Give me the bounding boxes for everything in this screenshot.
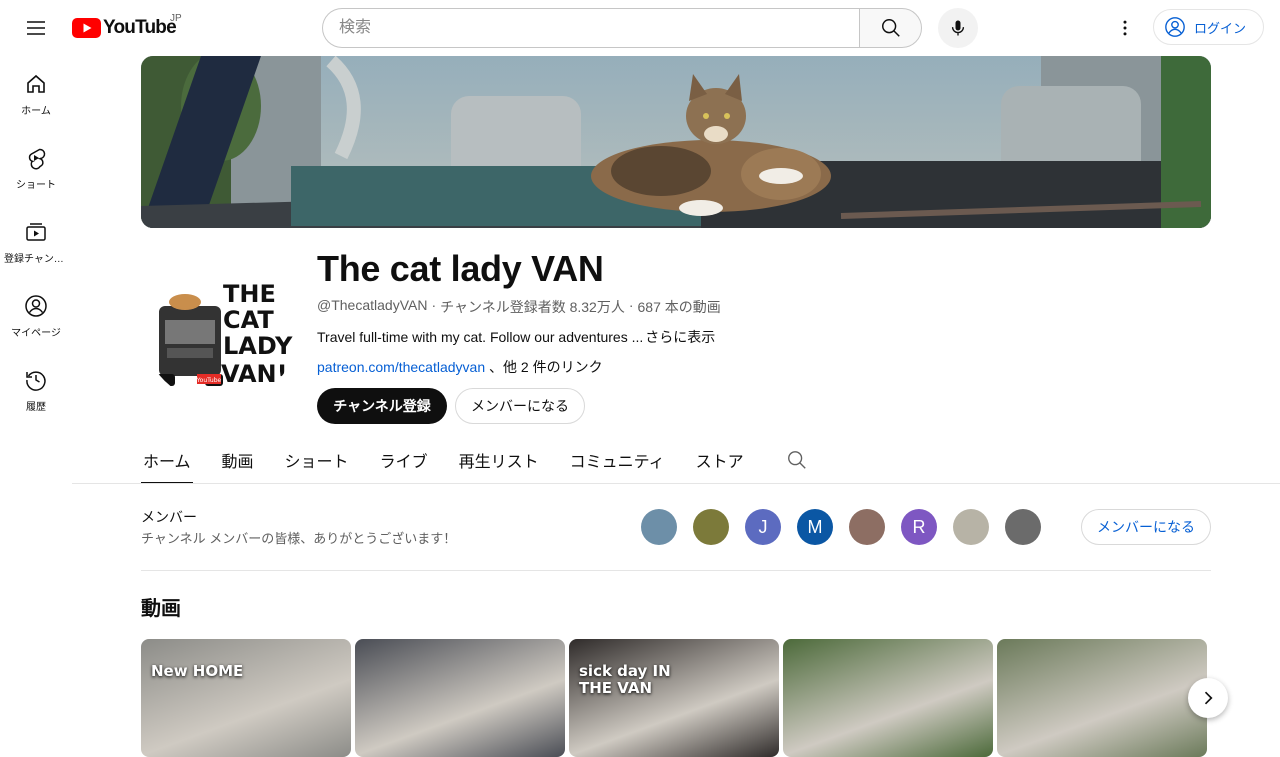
channel-name: The cat lady VAN xyxy=(317,248,604,289)
member-avatar[interactable]: R xyxy=(901,509,937,545)
left-rail: ホーム ショート 登録チャンネル マイページ 履歴 xyxy=(0,56,72,426)
login-button[interactable]: ログイン xyxy=(1153,9,1264,45)
logo-line: VAN! xyxy=(221,360,288,388)
member-avatar[interactable] xyxy=(849,509,885,545)
video-thumbnail[interactable]: New HOME xyxy=(141,639,351,757)
logo-line: LADY xyxy=(223,332,293,360)
rail-item-you[interactable]: マイページ xyxy=(0,278,72,352)
video-thumbnail[interactable] xyxy=(783,639,993,757)
channel-handle: @ThecatladyVAN xyxy=(317,297,428,313)
channel-tabs: ホーム 動画 ショート ライブ 再生リスト コミュニティ ストア xyxy=(141,436,817,484)
rail-label: ホーム xyxy=(21,106,51,117)
channel-meta: @ThecatladyVAN · チャンネル登録者数 8.32万人 · 687 … xyxy=(317,297,721,317)
top-bar: YouTube JP ログイン xyxy=(0,0,1280,56)
tab-playlists[interactable]: 再生リスト xyxy=(457,436,541,484)
youtube-play-icon xyxy=(72,18,101,38)
member-initial: R xyxy=(912,516,926,537)
members-join-button[interactable]: メンバーになる xyxy=(1081,509,1211,545)
member-avatar[interactable] xyxy=(641,509,677,545)
youtube-logo[interactable]: YouTube xyxy=(72,17,177,39)
rail-label: 履歴 xyxy=(26,402,46,413)
show-more-link[interactable]: さらに表示 xyxy=(645,329,715,345)
login-label: ログイン xyxy=(1194,20,1247,36)
video-thumbnail-row: New HOME sick day IN THE VAN xyxy=(141,639,1207,757)
channel-links: patreon.com/thecatladyvan 、他 2 件のリンク xyxy=(317,357,603,377)
account-icon xyxy=(25,295,47,317)
member-avatar[interactable] xyxy=(693,509,729,545)
members-divider xyxy=(141,570,1211,571)
subscriptions-icon xyxy=(26,223,46,241)
rail-item-shorts[interactable]: ショート xyxy=(0,130,72,204)
logo-line: CAT xyxy=(223,306,274,334)
channel-logo-image: YouTube THE CAT LADY VAN! xyxy=(141,244,301,404)
microphone-icon xyxy=(951,20,965,36)
rail-label: 登録チャンネル xyxy=(4,254,68,265)
rail-item-subscriptions[interactable]: 登録チャンネル xyxy=(0,204,72,278)
patreon-link[interactable]: patreon.com/thecatladyvan xyxy=(317,359,485,375)
history-icon xyxy=(26,371,46,391)
tab-home[interactable]: ホーム xyxy=(141,436,193,484)
meta-separator: · xyxy=(431,297,437,313)
svg-text:YouTube: YouTube xyxy=(196,377,222,384)
tab-videos[interactable]: 動画 xyxy=(220,436,256,484)
join-membership-button[interactable]: メンバーになる xyxy=(455,388,585,424)
member-avatar[interactable]: M xyxy=(797,509,833,545)
member-avatar[interactable]: J xyxy=(745,509,781,545)
channel-banner xyxy=(141,56,1211,228)
chevron-right-icon xyxy=(1204,691,1213,705)
video-thumbnail[interactable]: sick day IN THE VAN xyxy=(569,639,779,757)
rail-label: ショート xyxy=(16,180,56,191)
rail-item-home[interactable]: ホーム xyxy=(0,56,72,130)
thumbnail-overlay-text: sick day IN THE VAN xyxy=(579,662,671,697)
search-input[interactable] xyxy=(322,8,859,48)
logo-line: THE xyxy=(223,280,276,308)
tab-shorts[interactable]: ショート xyxy=(283,436,351,484)
voice-search-button[interactable] xyxy=(938,8,978,48)
video-thumbnail[interactable] xyxy=(355,639,565,757)
member-initial: J xyxy=(758,516,768,537)
member-avatar-list: JMR xyxy=(641,509,1041,545)
description-text: Travel full-time with my cat. Follow our… xyxy=(317,329,644,345)
search-icon xyxy=(881,19,900,37)
region-code: JP xyxy=(170,13,182,24)
shorts-icon xyxy=(28,148,46,170)
home-icon xyxy=(27,74,45,93)
member-avatar[interactable] xyxy=(953,509,989,545)
tab-store[interactable]: ストア xyxy=(694,436,746,484)
rail-item-history[interactable]: 履歴 xyxy=(0,352,72,426)
tabs-divider xyxy=(72,483,1280,484)
channel-search-button[interactable] xyxy=(777,436,817,484)
settings-more-button[interactable] xyxy=(1105,8,1145,48)
channel-description[interactable]: Travel full-time with my cat. Follow our… xyxy=(317,327,715,347)
channel-avatar: YouTube THE CAT LADY VAN! xyxy=(141,244,301,404)
menu-button[interactable] xyxy=(16,8,56,48)
logo-wordmark: YouTube xyxy=(103,17,177,38)
banner-cat-in-van-image xyxy=(141,56,1211,228)
videos-section-title[interactable]: 動画 xyxy=(141,592,181,621)
subscribe-button[interactable]: チャンネル登録 xyxy=(317,388,447,424)
rail-label: マイページ xyxy=(11,328,61,339)
member-initial: M xyxy=(807,516,823,537)
tab-community[interactable]: コミュニティ xyxy=(568,436,667,484)
search-bar xyxy=(322,8,922,48)
video-count: 687 本の動画 xyxy=(637,299,721,315)
carousel-next-button[interactable] xyxy=(1188,678,1228,718)
search-button[interactable] xyxy=(859,8,922,48)
members-title: メンバー xyxy=(141,509,197,525)
thumbnail-overlay-text: New HOME xyxy=(151,662,244,680)
search-icon xyxy=(787,451,806,469)
account-circle-icon xyxy=(1165,17,1185,37)
more-vertical-icon xyxy=(1123,20,1127,36)
tab-live[interactable]: ライブ xyxy=(378,436,430,484)
hamburger-menu-icon xyxy=(27,21,45,35)
meta-separator: · xyxy=(628,297,634,313)
other-links-text[interactable]: 、他 2 件のリンク xyxy=(489,359,603,375)
video-thumbnail[interactable] xyxy=(997,639,1207,757)
members-subtitle: チャンネル メンバーの皆様、ありがとうございます！ xyxy=(141,531,457,546)
member-avatar[interactable] xyxy=(1005,509,1041,545)
subscriber-count: チャンネル登録者数 8.32万人 xyxy=(440,299,625,315)
